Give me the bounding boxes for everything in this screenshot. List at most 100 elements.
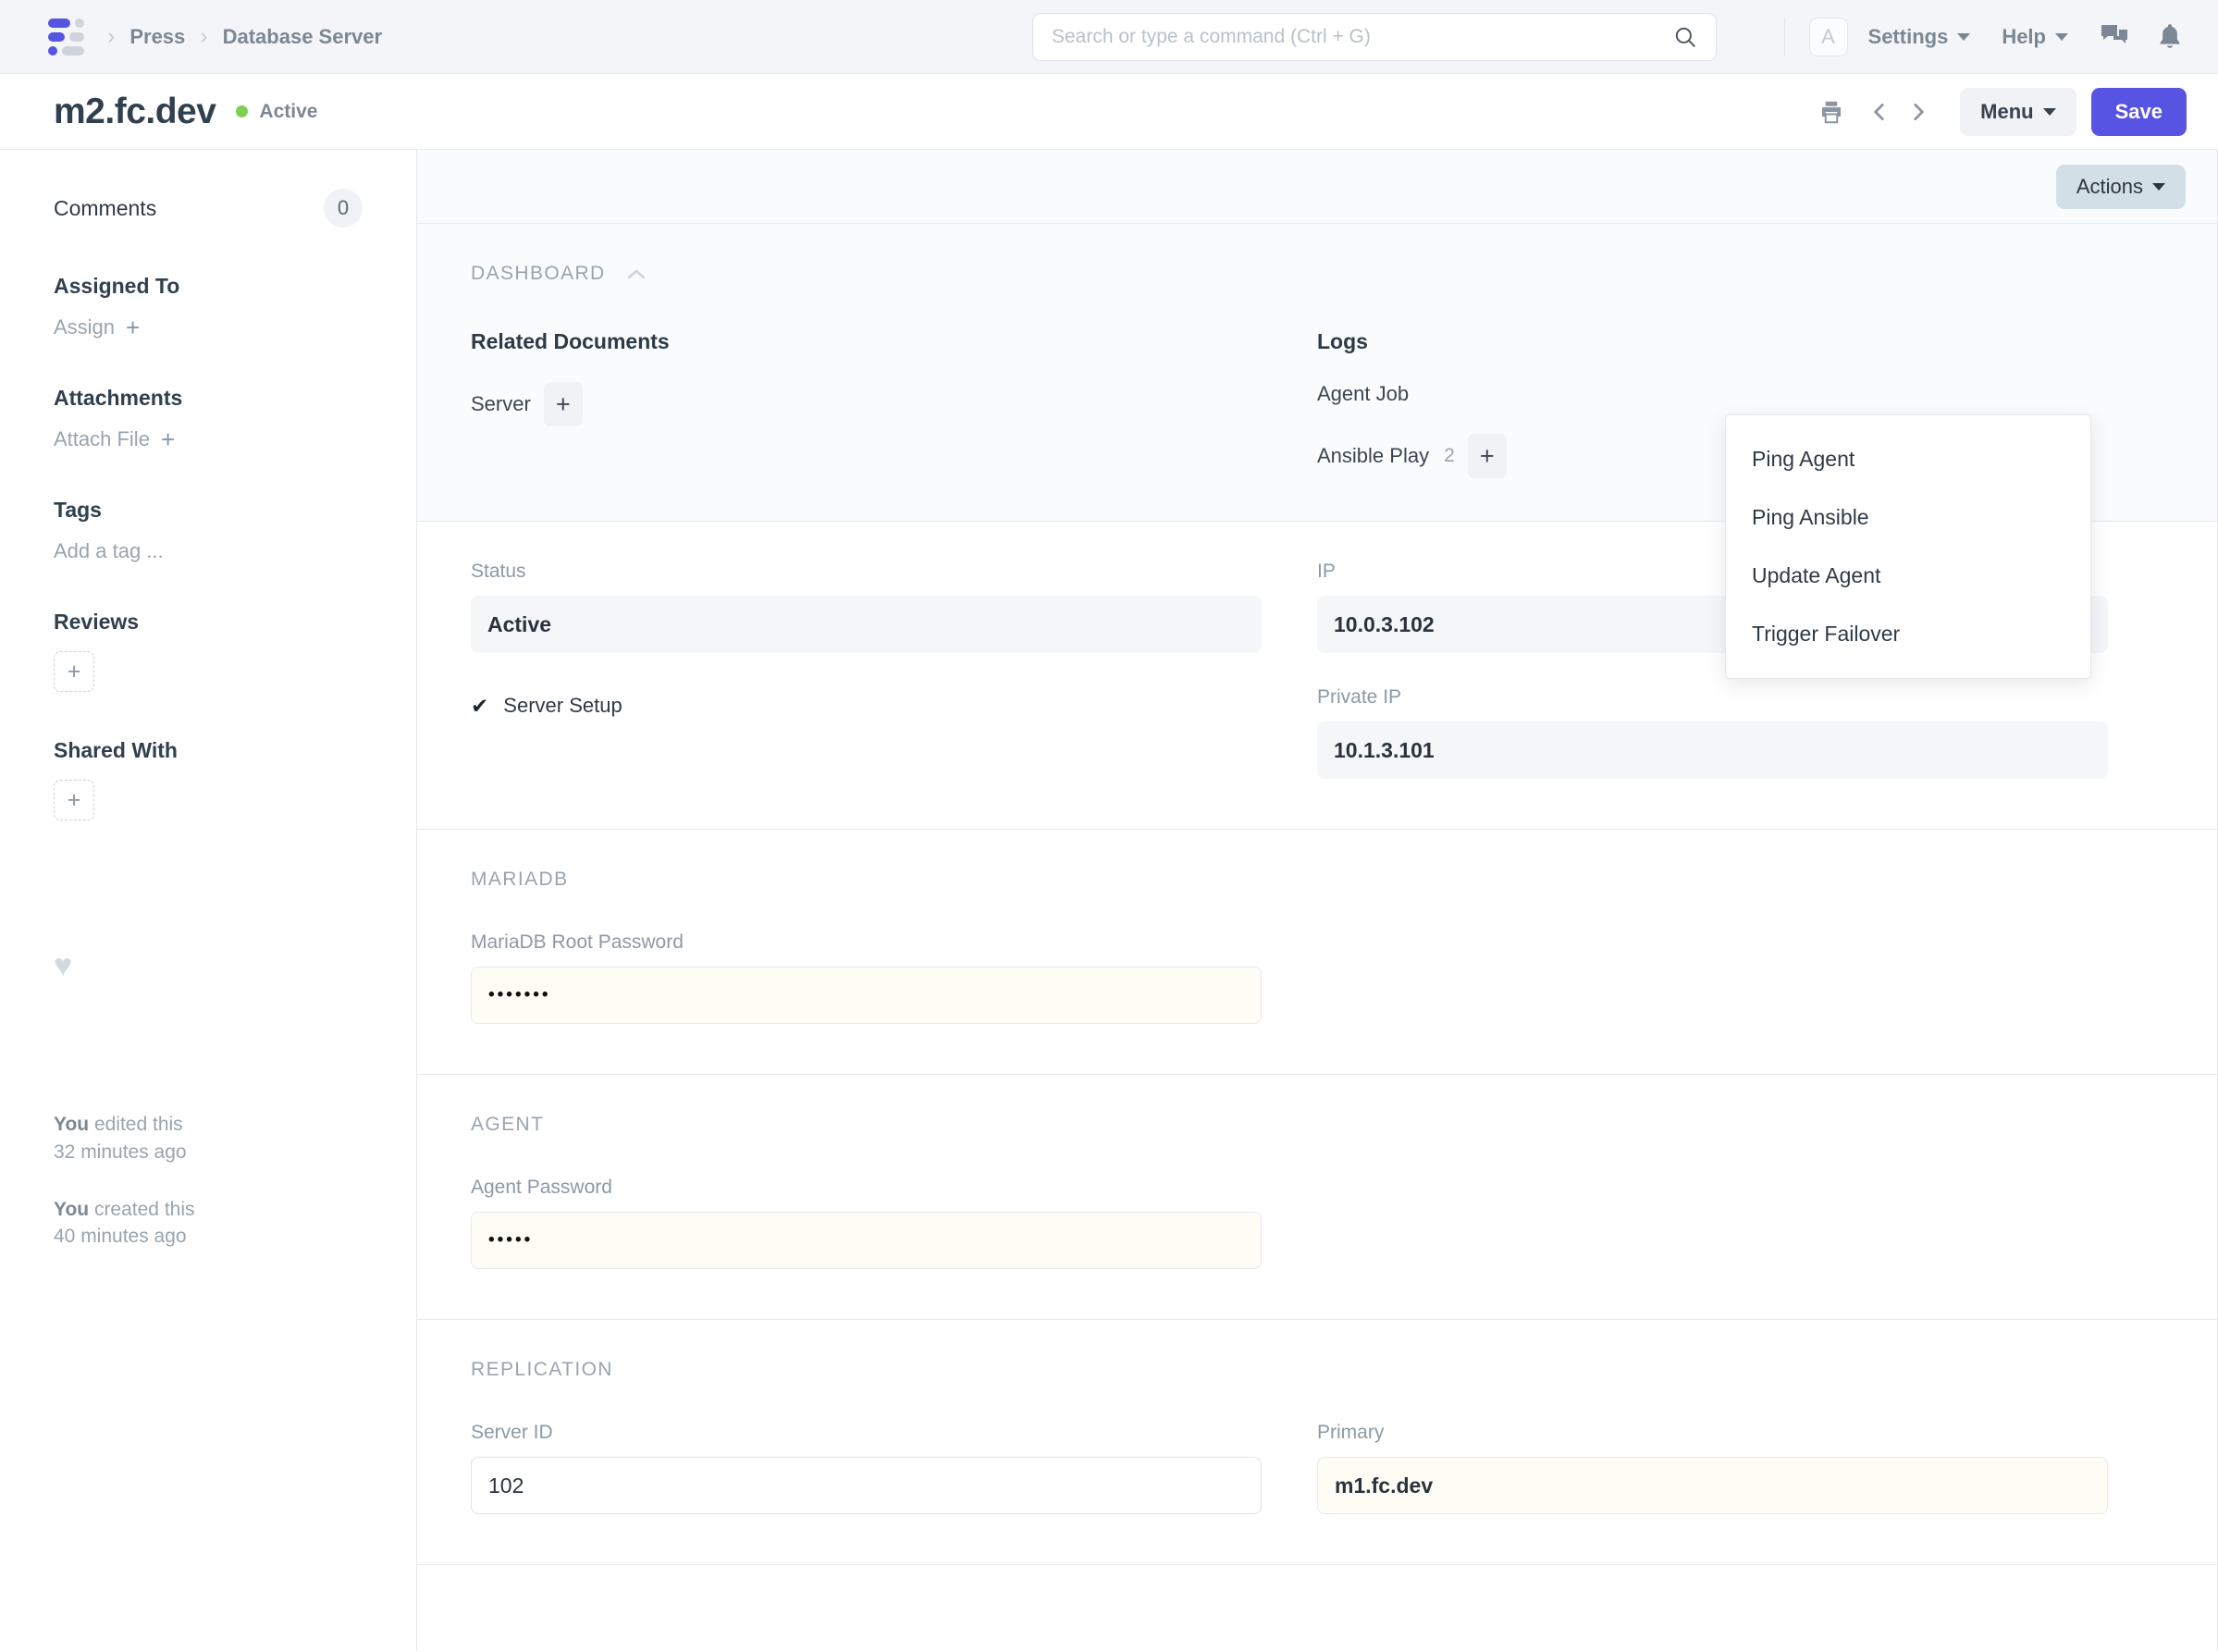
status-badge: Active bbox=[259, 100, 318, 122]
page-header-actions: Menu Save bbox=[1818, 87, 2187, 136]
breadcrumb-item-database-server[interactable]: Database Server bbox=[223, 25, 382, 49]
activity-edited-time: 32 minutes ago bbox=[54, 1140, 187, 1163]
add-review-button[interactable]: + bbox=[54, 651, 94, 692]
attach-file-button[interactable]: Attach File + bbox=[54, 427, 363, 451]
add-server-button[interactable]: + bbox=[543, 382, 583, 426]
activity-action: created this bbox=[89, 1198, 195, 1220]
next-record-icon[interactable] bbox=[1906, 99, 1930, 125]
add-tag-label: Add a tag ... bbox=[54, 539, 164, 562]
server-id-field[interactable]: 102 bbox=[471, 1457, 1262, 1514]
sidebar-shared-with: Shared With + bbox=[54, 738, 363, 820]
log-agent-job[interactable]: Agent Job bbox=[1317, 382, 2108, 406]
attachments-label: Attachments bbox=[54, 386, 183, 410]
dashboard-section-title-row[interactable]: DASHBOARD bbox=[471, 263, 2163, 285]
actions-label: Actions bbox=[2076, 174, 2143, 198]
replication-section-title: REPLICATION bbox=[471, 1359, 613, 1380]
agent-empty-column bbox=[1317, 1177, 2163, 1269]
page-body: Comments 0 Assigned To Assign + Attachme… bbox=[0, 150, 2218, 1651]
add-shared-user-button[interactable]: + bbox=[54, 780, 94, 820]
sidebar-reviews: Reviews + bbox=[54, 610, 363, 692]
server-id-column: Server ID 102 bbox=[471, 1422, 1317, 1514]
search-input[interactable] bbox=[1052, 25, 1673, 48]
navbar-right-group: A Settings Help bbox=[1783, 17, 2187, 56]
activity-created: You created this bbox=[54, 1196, 363, 1224]
attach-file-label: Attach File bbox=[54, 427, 150, 450]
status-column: Status Active ✔ Server Setup bbox=[471, 561, 1317, 779]
chevron-down-icon bbox=[1957, 32, 1971, 41]
avatar[interactable]: A bbox=[1808, 17, 1848, 56]
help-label: Help bbox=[2002, 24, 2046, 48]
mariadb-root-password-label: MariaDB Root Password bbox=[471, 931, 684, 953]
status-field-label: Status bbox=[471, 561, 526, 582]
save-button[interactable]: Save bbox=[2090, 87, 2187, 136]
activity-edited: You edited this bbox=[54, 1111, 363, 1139]
chevron-up-icon[interactable] bbox=[626, 267, 647, 280]
main-content: Actions DASHBOARD Related Documents Serv… bbox=[416, 150, 2218, 1651]
sidebar-tags: Tags Add a tag ... bbox=[54, 498, 363, 563]
chat-icon[interactable] bbox=[2100, 23, 2129, 51]
record-navigation bbox=[1867, 99, 1940, 125]
reviews-label: Reviews bbox=[54, 610, 140, 634]
primary-label: Primary bbox=[1317, 1422, 1385, 1443]
help-menu[interactable]: Help bbox=[2002, 25, 2068, 49]
sidebar-comments[interactable]: Comments 0 bbox=[54, 189, 363, 228]
agent-grid: Agent Password ••••• bbox=[471, 1177, 2163, 1269]
server-setup-checkbox[interactable]: ✔ Server Setup bbox=[471, 694, 1262, 718]
actions-menu-item-ping-ansible[interactable]: Ping Ansible bbox=[1726, 488, 2090, 547]
global-search[interactable] bbox=[1032, 12, 1717, 61]
activity-action: edited this bbox=[89, 1114, 183, 1135]
chevron-down-icon bbox=[2042, 107, 2056, 116]
mariadb-password-column: MariaDB Root Password ••••••• bbox=[471, 931, 1317, 1024]
primary-field[interactable]: m1.fc.dev bbox=[1317, 1457, 2108, 1514]
search-icon[interactable] bbox=[1673, 25, 1697, 49]
status-dot-icon bbox=[236, 105, 249, 117]
like-heart-icon[interactable]: ♥ bbox=[54, 950, 363, 981]
log-count: 2 bbox=[1444, 445, 1455, 466]
navbar-divider bbox=[1783, 17, 1785, 56]
breadcrumb-item-press[interactable]: Press bbox=[129, 25, 185, 49]
actions-toolbar: Actions bbox=[417, 150, 2217, 224]
menu-label: Menu bbox=[1980, 99, 2034, 123]
related-document-server[interactable]: Server + bbox=[471, 382, 1262, 426]
assign-button[interactable]: Assign + bbox=[54, 315, 363, 339]
actions-menu-item-update-agent[interactable]: Update Agent bbox=[1726, 547, 2090, 605]
print-icon[interactable] bbox=[1818, 98, 1845, 126]
comments-label: Comments bbox=[54, 195, 157, 220]
settings-menu[interactable]: Settings bbox=[1868, 25, 1971, 49]
mariadb-section-title: MARIADB bbox=[471, 869, 569, 890]
log-label: Agent Job bbox=[1317, 382, 1410, 405]
dashboard-section-title: DASHBOARD bbox=[471, 263, 606, 284]
top-navbar: › Press › Database Server A Settings Hel… bbox=[0, 0, 2218, 74]
plus-icon: + bbox=[126, 314, 141, 341]
status-field-value[interactable]: Active bbox=[471, 596, 1262, 653]
agent-password-field[interactable]: ••••• bbox=[471, 1212, 1262, 1269]
replication-grid: Server ID 102 Primary m1.fc.dev bbox=[471, 1422, 2163, 1514]
actions-button[interactable]: Actions bbox=[2055, 164, 2186, 209]
sidebar: Comments 0 Assigned To Assign + Attachme… bbox=[0, 150, 416, 1651]
add-ansible-play-button[interactable]: + bbox=[1467, 434, 1507, 478]
mariadb-section: MARIADB MariaDB Root Password ••••••• bbox=[417, 830, 2217, 1075]
mariadb-root-password-field[interactable]: ••••••• bbox=[471, 967, 1262, 1024]
comments-count: 0 bbox=[324, 189, 363, 228]
previous-record-icon[interactable] bbox=[1867, 99, 1891, 125]
sidebar-assigned-to: Assigned To Assign + bbox=[54, 274, 363, 339]
tags-label: Tags bbox=[54, 498, 102, 522]
mariadb-empty-column bbox=[1317, 931, 2163, 1024]
agent-section-title: AGENT bbox=[471, 1114, 545, 1135]
related-documents-label: Related Documents bbox=[471, 329, 670, 353]
add-tag-input[interactable]: Add a tag ... bbox=[54, 539, 363, 563]
chevron-down-icon bbox=[2152, 182, 2165, 191]
check-icon: ✔ bbox=[471, 693, 489, 718]
sidebar-attachments: Attachments Attach File + bbox=[54, 386, 363, 451]
private-ip-field-value[interactable]: 10.1.3.101 bbox=[1317, 721, 2108, 779]
app-logo-icon[interactable] bbox=[48, 18, 92, 55]
agent-password-column: Agent Password ••••• bbox=[471, 1177, 1317, 1269]
actions-menu-item-trigger-failover[interactable]: Trigger Failover bbox=[1726, 605, 2090, 663]
actions-menu-item-ping-agent[interactable]: Ping Agent bbox=[1726, 430, 2090, 488]
menu-button[interactable]: Menu bbox=[1960, 87, 2076, 136]
related-document-label: Server bbox=[471, 392, 531, 415]
logs-label: Logs bbox=[1317, 329, 1368, 353]
activity-created-time: 40 minutes ago bbox=[54, 1226, 187, 1248]
bell-icon[interactable] bbox=[2157, 23, 2183, 51]
activity-actor: You bbox=[54, 1114, 90, 1135]
